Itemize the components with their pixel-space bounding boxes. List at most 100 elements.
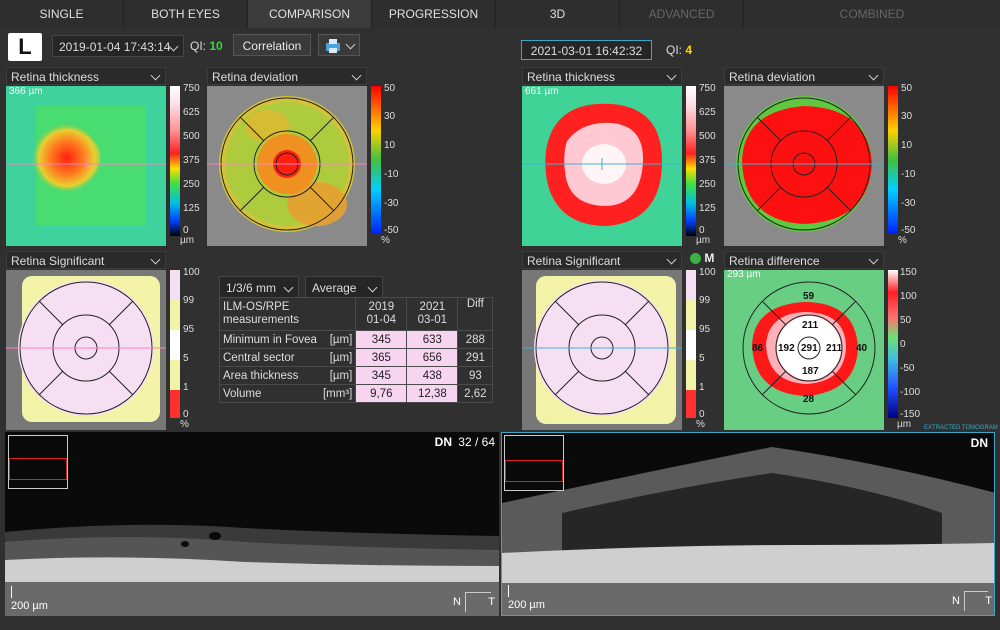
left-thickness-map [6, 86, 166, 246]
scale-tick: 50 [384, 83, 396, 94]
left-significant-map [6, 270, 166, 430]
row-value-2: 633 [406, 330, 459, 349]
scale-tick: 500 [699, 131, 716, 142]
slice-locator-band [505, 460, 563, 482]
left-exam-date: 2019-01-04 17:43:14 [59, 40, 171, 54]
left-qi: QI: 10 [190, 39, 223, 53]
row-diff: 288 [457, 330, 494, 349]
mode-select[interactable]: Average [305, 276, 383, 298]
row-unit: [µm] [319, 348, 357, 367]
deviation-scale: 50 30 10 -10 -30 -50 % [898, 83, 923, 248]
scale-tick: -100 [900, 387, 921, 398]
scale-tick: -30 [901, 198, 916, 209]
scale-tick: 10 [384, 140, 396, 151]
sector-nasal-inner: 192 [778, 343, 795, 354]
tab-comparison[interactable]: COMPARISON [248, 0, 372, 28]
chevron-down-icon [367, 282, 378, 293]
difference-scale: 150 100 50 0 -50 -100 -150 µm [897, 267, 926, 432]
significant-scale: 100 99 95 5 1 0 % [180, 267, 205, 432]
right-tomogram[interactable]: DN 200 µm N T [501, 432, 995, 616]
scale-unit: µm [696, 235, 711, 246]
left-exam-date-select[interactable]: 2019-01-04 17:43:14 [52, 35, 184, 57]
row-unit: [µm] [319, 366, 357, 385]
left-deviation-header[interactable]: Retina deviation [207, 67, 367, 85]
tab-3d[interactable]: 3D [496, 0, 620, 28]
chevron-down-icon [868, 70, 879, 81]
left-deviation-map [207, 86, 367, 246]
grid-size-select[interactable]: 1/3/6 mm [219, 276, 299, 298]
right-thickness-header[interactable]: Retina thickness [522, 67, 682, 85]
sector-temporal-inner: 211 [826, 343, 843, 354]
right-deviation-header[interactable]: Retina deviation [724, 67, 884, 85]
extracted-tomogram-badge: EXTRACTED TOMOGRAM [924, 425, 998, 431]
correlation-button[interactable]: Correlation [233, 34, 311, 56]
chevron-down-icon [345, 39, 356, 50]
row-value-1: 345 [355, 330, 408, 349]
eye-indicator: L [8, 33, 42, 61]
grid-size-value: 1/3/6 mm [226, 281, 277, 295]
table-row: Central sector [µm] 365 656 291 [218, 348, 494, 367]
scale-tick: 5 [699, 353, 705, 364]
tab-advanced: ADVANCED [620, 0, 744, 28]
row-diff: 2,62 [457, 384, 494, 403]
scale-tick: -10 [384, 169, 399, 180]
qi-label: QI: [666, 43, 683, 57]
table-row: Volume [mm³] 9,76 12,38 2,62 [218, 384, 494, 403]
scale-tick: 10 [901, 140, 913, 151]
left-significant-header[interactable]: Retina Significant [6, 251, 166, 269]
scale-tick: 50 [900, 315, 912, 326]
row-value-1: 345 [355, 366, 408, 385]
tab-progression[interactable]: PROGRESSION [372, 0, 496, 28]
map-title: Retina Significant [11, 254, 105, 268]
chevron-down-icon [351, 70, 362, 81]
scale-bar [508, 585, 509, 597]
mode-value: Average [312, 281, 357, 295]
row-name: Area thickness [218, 366, 320, 385]
row-name: Central sector [218, 348, 320, 367]
tab-both-eyes[interactable]: BOTH EYES [124, 0, 248, 28]
table-row: Minimum in Fovea [µm] 345 633 288 [218, 330, 494, 349]
chevron-down-icon [868, 254, 879, 265]
scale-tick: 150 [900, 267, 917, 278]
sector-superior-inner: 211 [802, 320, 819, 331]
sector-inferior-outer: 28 [803, 394, 815, 405]
qi-label: QI: [190, 39, 207, 53]
orientation-t: T [985, 595, 992, 607]
row-name: Volume [218, 384, 320, 403]
print-menu-button[interactable] [318, 34, 360, 56]
left-thickness-value: 366 µm [9, 86, 43, 97]
right-difference-header[interactable]: Retina difference [724, 251, 884, 269]
slice-locator[interactable] [504, 435, 564, 491]
scale-tick: 625 [699, 107, 716, 118]
left-tomogram[interactable]: DN 32 / 64 200 µm N T [5, 432, 499, 616]
tab-combined: COMBINED [744, 0, 1000, 28]
scale-unit: % [696, 419, 705, 430]
left-thickness-header[interactable]: Retina thickness [6, 67, 166, 85]
row-value-2: 656 [406, 348, 459, 367]
row-name: Minimum in Fovea [218, 330, 320, 349]
right-significant-header[interactable]: Retina Significant [522, 251, 682, 269]
scale-tick: -30 [384, 198, 399, 209]
tab-single[interactable]: SINGLE [0, 0, 124, 28]
map-title: Retina deviation [729, 70, 816, 84]
orientation-t: T [488, 596, 495, 608]
scale-tick: 750 [699, 83, 716, 94]
view-tab-bar: SINGLE BOTH EYES COMPARISON PROGRESSION … [0, 0, 1000, 28]
deviation-scale: 50 30 10 -10 -30 -50 % [381, 83, 406, 248]
scale-bar [11, 586, 12, 598]
header-col1: 2019 01-04 [355, 297, 408, 331]
right-thickness-map [522, 86, 682, 246]
scale-tick: 100 [183, 267, 200, 278]
row-value-2: 12,38 [406, 384, 459, 403]
chevron-down-icon [666, 254, 677, 265]
right-thickness-value: 661 µm [525, 86, 559, 97]
table-header-row: ILM-OS/RPE measurements 2019 01-04 2021 … [218, 297, 494, 331]
oct-scan-image [5, 432, 499, 616]
row-value-1: 9,76 [355, 384, 408, 403]
slice-locator[interactable] [8, 435, 68, 489]
tomogram-slice-index: 32 / 64 [458, 435, 495, 449]
scale-unit: µm [180, 235, 195, 246]
scale-tick: -50 [900, 363, 915, 374]
row-unit: [µm] [319, 330, 357, 349]
map-title: Retina thickness [11, 70, 100, 84]
